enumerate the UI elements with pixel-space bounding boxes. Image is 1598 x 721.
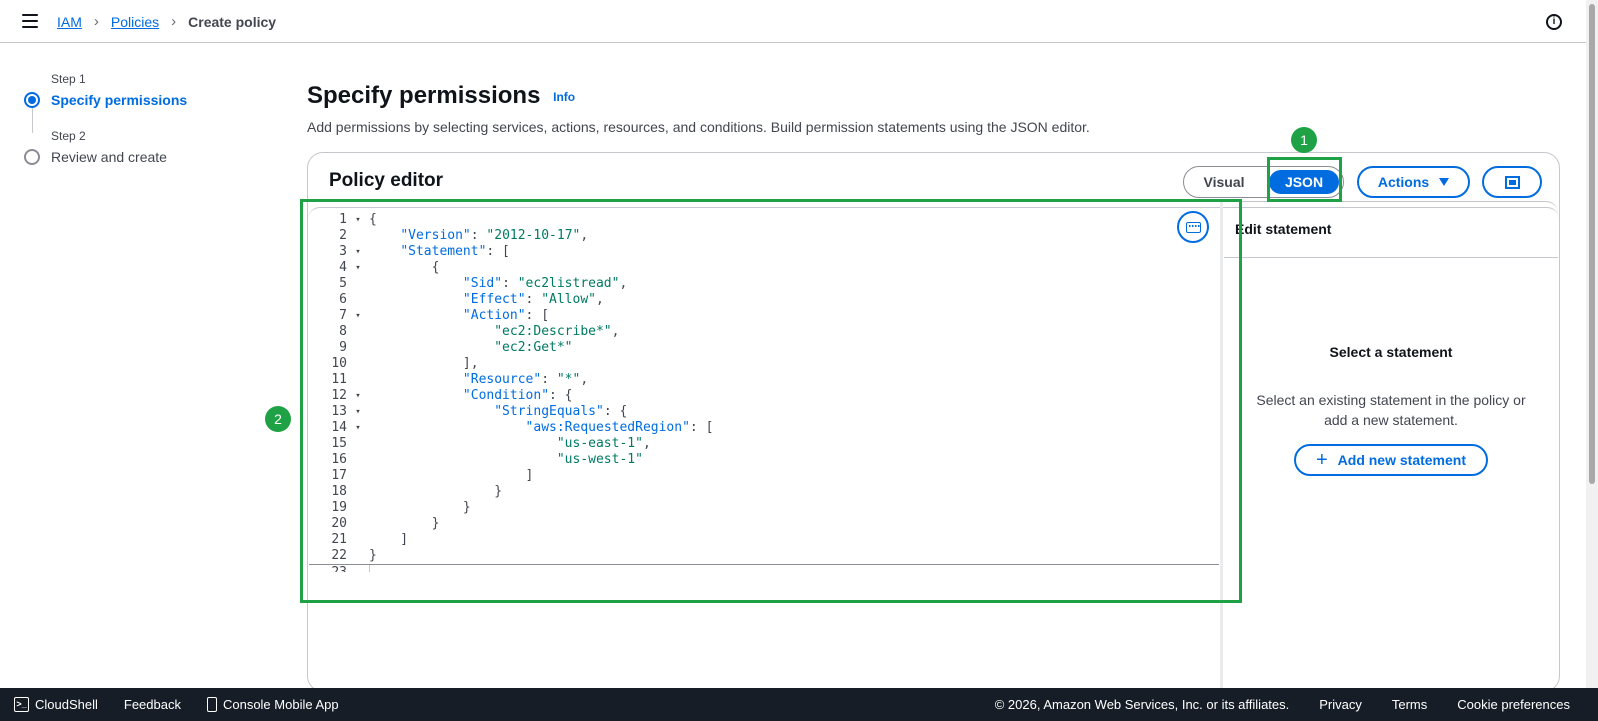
empty-state-description: Select an existing statement in the poli… xyxy=(1256,392,1526,428)
top-bar: IAM › Policies › Create policy i xyxy=(0,0,1598,43)
step-review-and-create[interactable]: Review and create xyxy=(24,149,254,165)
annotation-badge-1: 1 xyxy=(1291,127,1317,153)
add-new-statement-label: Add new statement xyxy=(1337,452,1467,468)
wizard-stepper: Step 1 Specify permissions Step 2 Review… xyxy=(24,72,254,165)
actions-label: Actions xyxy=(1377,174,1430,190)
copyright-text: © 2026, Amazon Web Services, Inc. or its… xyxy=(994,697,1290,712)
page-title: Specify permissions Info xyxy=(307,82,575,110)
step-1-label: Step 1 xyxy=(51,72,86,86)
terms-link[interactable]: Terms xyxy=(1392,697,1427,712)
visual-mode-button[interactable]: Visual xyxy=(1184,174,1264,190)
step-2-title: Review and create xyxy=(51,149,167,165)
fullscreen-button[interactable] xyxy=(1482,166,1542,198)
mobile-app-label: Console Mobile App xyxy=(222,697,339,712)
step-inactive-icon xyxy=(24,149,40,165)
empty-state-title: Select a statement xyxy=(1329,344,1453,360)
info-link[interactable]: Info xyxy=(553,90,575,104)
annotation-badge-2: 2 xyxy=(265,406,291,432)
page-description: Add permissions by selecting services, a… xyxy=(307,119,1090,135)
chevron-right-icon: › xyxy=(171,13,177,30)
step-specify-permissions[interactable]: Specify permissions xyxy=(24,92,254,108)
fullscreen-icon xyxy=(1504,175,1520,189)
privacy-link[interactable]: Privacy xyxy=(1319,697,1362,712)
page-scrollbar[interactable] xyxy=(1586,0,1598,688)
add-new-statement-button[interactable]: + Add new statement xyxy=(1294,444,1488,476)
breadcrumb-policies[interactable]: Policies xyxy=(111,14,159,30)
plus-icon: + xyxy=(1315,449,1328,471)
policy-editor-title: Policy editor xyxy=(329,170,444,191)
step-active-icon xyxy=(24,92,40,108)
caret-down-icon xyxy=(1439,178,1450,186)
actions-dropdown-button[interactable]: Actions xyxy=(1357,166,1470,198)
info-circle-icon[interactable]: i xyxy=(1546,14,1562,30)
edit-statement-title: Edit statement xyxy=(1224,202,1558,258)
chevron-right-icon: › xyxy=(93,13,99,30)
breadcrumb-current: Create policy xyxy=(188,13,277,30)
cookie-preferences-link[interactable]: Cookie preferences xyxy=(1457,697,1570,712)
cloudshell-link[interactable]: >_ CloudShell xyxy=(14,697,98,712)
step-2-label: Step 2 xyxy=(51,129,86,143)
console-footer: >_ CloudShell Feedback Console Mobile Ap… xyxy=(0,688,1598,721)
annotation-highlight-code-editor xyxy=(300,199,1242,603)
cloudshell-icon: >_ xyxy=(14,697,29,712)
annotation-highlight-json-toggle xyxy=(1267,157,1342,202)
feedback-link[interactable]: Feedback xyxy=(124,697,181,712)
step-1-title: Specify permissions xyxy=(51,92,188,108)
cloudshell-label: CloudShell xyxy=(35,697,98,712)
breadcrumb: IAM › Policies › Create policy xyxy=(57,13,276,30)
edit-statement-panel: Edit statement Select a statement Select… xyxy=(1224,201,1558,693)
scrollbar-thumb[interactable] xyxy=(1589,4,1595,484)
page-title-text: Specify permissions xyxy=(307,82,541,109)
step-connector xyxy=(32,108,33,133)
mobile-phone-icon xyxy=(206,697,217,712)
breadcrumb-iam[interactable]: IAM xyxy=(57,14,82,30)
mobile-app-link[interactable]: Console Mobile App xyxy=(206,697,339,712)
menu-icon[interactable] xyxy=(22,14,38,28)
